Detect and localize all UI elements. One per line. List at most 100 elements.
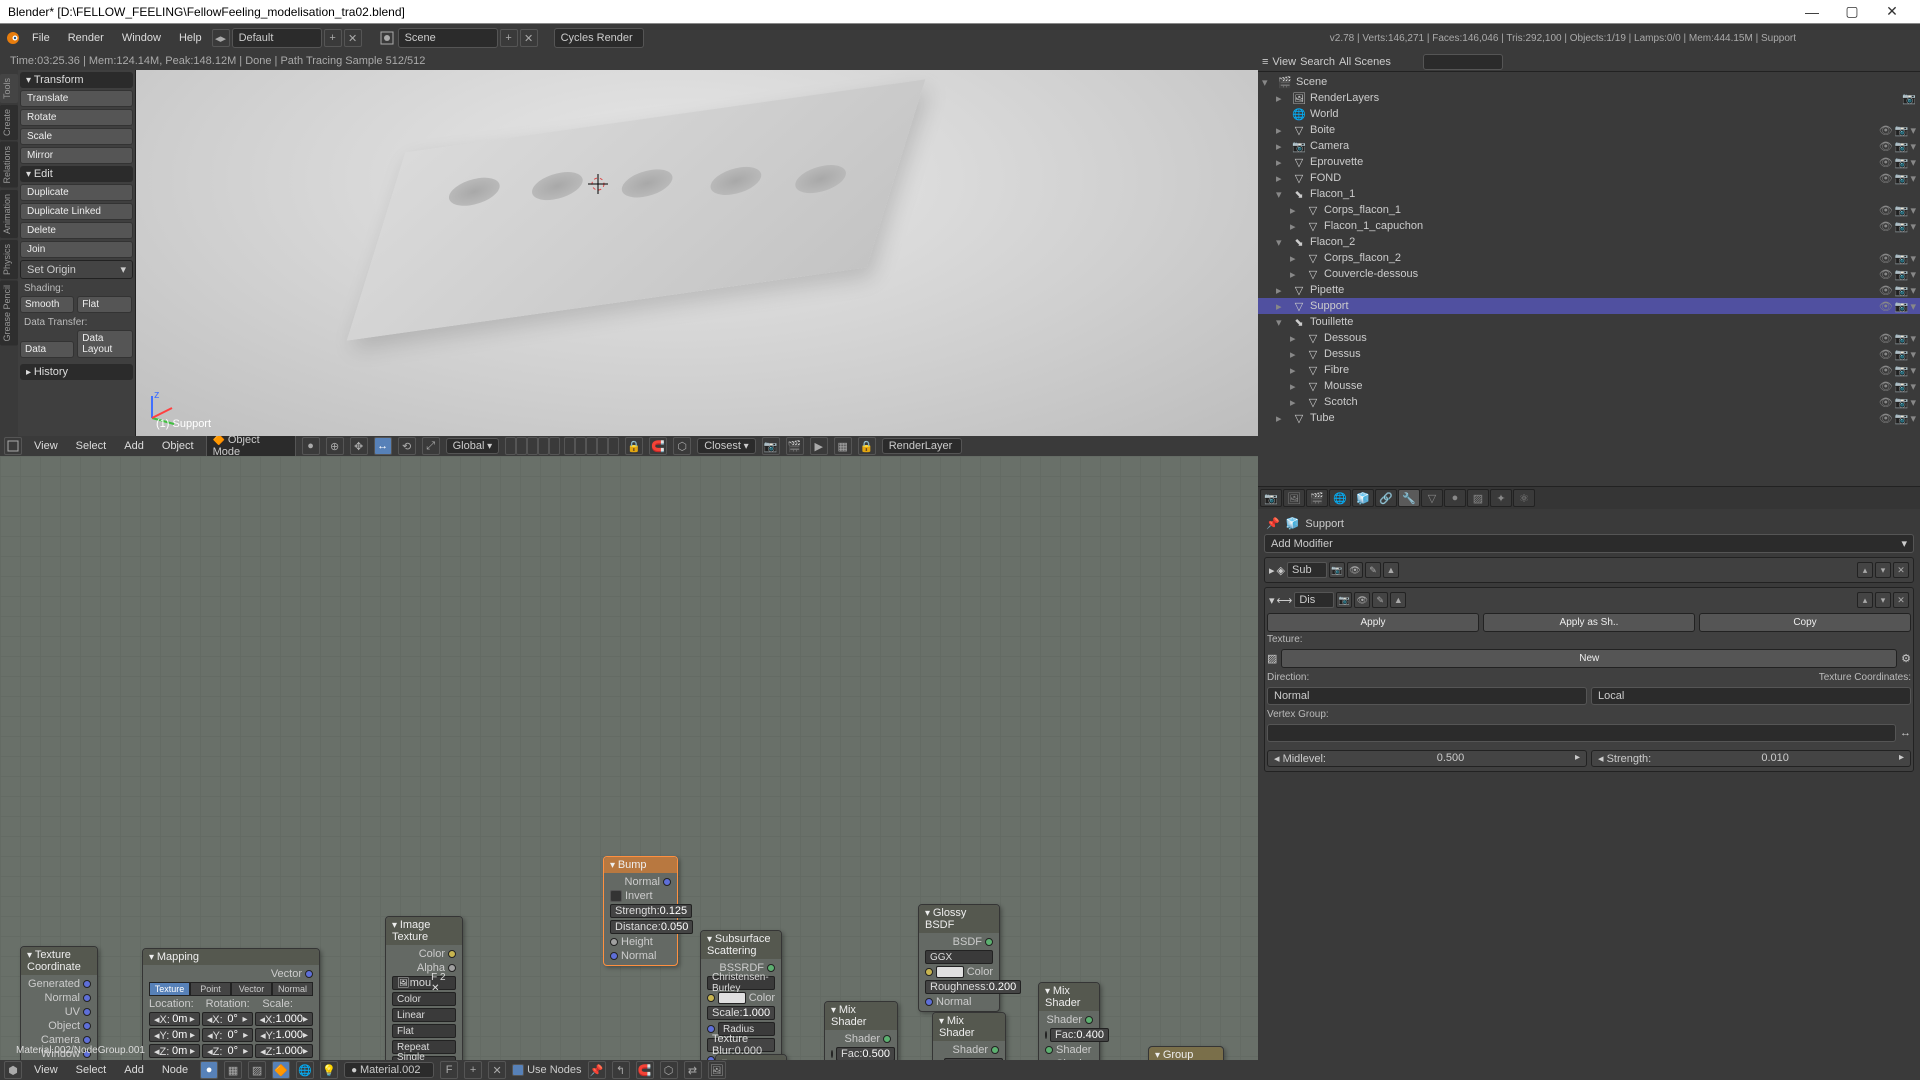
scene-del-button[interactable]: ✕ <box>520 29 538 47</box>
outliner-row[interactable]: ▸▽Boite👁📷▾ <box>1258 122 1920 138</box>
layout-prev-button[interactable]: ◂▸ <box>212 29 230 47</box>
node-group-output[interactable]: ▾ Group Output Shader Emission Color <box>1148 1046 1224 1060</box>
rotate-button[interactable]: Rotate <box>20 109 133 126</box>
tab-relations[interactable]: Relations <box>0 142 18 188</box>
outliner-row[interactable]: ▾⬊Flacon_1 <box>1258 186 1920 202</box>
material-select[interactable]: ● Material.002 <box>344 1062 434 1078</box>
viewport-slot-icon[interactable]: ▦ <box>834 437 852 455</box>
snap-target-select[interactable]: Closest ▾ <box>697 438 756 454</box>
ptab-scene-icon[interactable]: 🎬 <box>1306 489 1328 507</box>
ptab-object-icon[interactable]: 🧊 <box>1352 489 1374 507</box>
ptab-modifiers-icon[interactable]: 🔧 <box>1398 489 1420 507</box>
direction-select[interactable]: Normal <box>1267 687 1587 705</box>
close-button[interactable]: ✕ <box>1872 3 1912 20</box>
strength-input[interactable]: ◂ Strength:0.010 ▸ <box>1591 750 1911 767</box>
tab-physics[interactable]: Physics <box>0 240 18 279</box>
outliner-row[interactable]: ▸▽FOND👁📷▾ <box>1258 170 1920 186</box>
node-texture-coordinate[interactable]: ▾ Texture Coordinate Generated Normal UV… <box>20 946 98 1060</box>
outliner-row[interactable]: ▸▽Couvercle-dessous👁📷▾ <box>1258 266 1920 282</box>
layer-btn[interactable] <box>505 437 516 455</box>
outliner-row[interactable]: ▸▽Tube👁📷▾ <box>1258 410 1920 426</box>
minimize-button[interactable]: — <box>1792 4 1832 20</box>
mod-edit-icon[interactable]: ✎ <box>1365 562 1381 578</box>
mirror-button[interactable]: Mirror <box>20 147 133 164</box>
pivot-icon[interactable]: ⊕ <box>326 437 344 455</box>
modifier-name-input[interactable]: Dis <box>1294 592 1334 608</box>
manipulator-scale-icon[interactable]: ⤢ <box>422 437 440 455</box>
translate-button[interactable]: Translate <box>20 90 133 107</box>
ptab-physics-icon[interactable]: ⚛ <box>1513 489 1535 507</box>
snap-toggle-icon[interactable]: 🧲 <box>649 437 667 455</box>
smooth-button[interactable]: Smooth <box>20 296 74 313</box>
snap-node-icon[interactable]: 🧲 <box>636 1061 654 1079</box>
tab-animation[interactable]: Animation <box>0 190 18 238</box>
outliner-row[interactable]: ▸▽Flacon_1_capuchon👁📷▾ <box>1258 218 1920 234</box>
menu-file[interactable]: File <box>24 28 58 48</box>
renderer-select[interactable]: Cycles Render <box>554 28 644 48</box>
lock-layers-icon[interactable]: 🔒 <box>858 437 876 455</box>
snap-element-icon[interactable]: ⬡ <box>673 437 691 455</box>
layer-btn[interactable] <box>516 437 527 455</box>
outliner-row[interactable]: ▾⬊Touillette <box>1258 314 1920 330</box>
pin-icon[interactable]: 📌 <box>1266 517 1280 530</box>
ptab-constraints-icon[interactable]: 🔗 <box>1375 489 1397 507</box>
texture-browse-icon[interactable]: ▨ <box>1267 652 1277 665</box>
mod-display-icon[interactable]: 👁 <box>1347 562 1363 578</box>
collapse-icon[interactable]: ▸ <box>1269 564 1275 577</box>
editor-type-node-icon[interactable]: ⬢ <box>4 1061 22 1079</box>
node-menu-add[interactable]: Add <box>118 1062 150 1078</box>
collapse-icon[interactable]: ▾ <box>1269 594 1275 607</box>
go-parent-icon[interactable]: ↰ <box>612 1061 630 1079</box>
texture-props-icon[interactable]: ⚙ <box>1901 652 1911 665</box>
node-glossy-bsdf[interactable]: ▾ Glossy BSDF BSDF GGX Color Roughness:0… <box>918 904 1000 1012</box>
use-nodes-checkbox[interactable] <box>512 1064 524 1076</box>
opengl-render-icon[interactable]: 🎬 <box>786 437 804 455</box>
ptab-renderlayers-icon[interactable]: 🖼 <box>1283 489 1305 507</box>
orientation-select[interactable]: Global ▾ <box>446 438 500 454</box>
mat-add-icon[interactable]: + <box>464 1061 482 1079</box>
3dview-menu-add[interactable]: Add <box>118 438 150 454</box>
lock-camera-icon[interactable]: 🔒 <box>625 437 643 455</box>
panel-edit-header[interactable]: ▾ Edit <box>20 166 133 182</box>
layout-del-button[interactable]: ✕ <box>344 29 362 47</box>
opengl-anim-icon[interactable]: ▶ <box>810 437 828 455</box>
menu-help[interactable]: Help <box>171 28 210 48</box>
texture-nodes-icon[interactable]: ▨ <box>248 1061 266 1079</box>
scene-select[interactable]: Scene <box>398 28 498 48</box>
node-image-texture-1[interactable]: ▾ Image Texture Color Alpha 🖼 mou F 2 ✕ … <box>385 916 463 1060</box>
data-button[interactable]: Data <box>20 341 74 358</box>
layout-add-button[interactable]: + <box>324 29 342 47</box>
pin-icon[interactable]: 📌 <box>588 1061 606 1079</box>
ptab-render-icon[interactable]: 📷 <box>1260 489 1282 507</box>
outliner-row[interactable]: ▸▽Fibre👁📷▾ <box>1258 362 1920 378</box>
outliner-menu-view[interactable]: View <box>1272 56 1296 68</box>
shader-nodes-icon[interactable]: ● <box>200 1061 218 1079</box>
duplicate-linked-button[interactable]: Duplicate Linked <box>20 203 133 220</box>
outliner-row[interactable]: ▸▽Dessous👁📷▾ <box>1258 330 1920 346</box>
render-border-icon[interactable]: 📷 <box>762 437 780 455</box>
3d-viewport[interactable]: z (1) Support <box>136 70 1258 436</box>
copy-button[interactable]: Copy <box>1699 613 1911 632</box>
outliner-row[interactable]: ▸▽Corps_flacon_1👁📷▾ <box>1258 202 1920 218</box>
mod-up-icon[interactable]: ▴ <box>1857 592 1873 608</box>
mod-down-icon[interactable]: ▾ <box>1875 592 1891 608</box>
outliner-row[interactable]: ▸▽Dessus👁📷▾ <box>1258 346 1920 362</box>
vertex-group-select[interactable] <box>1267 724 1896 742</box>
ptab-world-icon[interactable]: 🌐 <box>1329 489 1351 507</box>
mod-render-icon[interactable]: 📷 <box>1336 592 1352 608</box>
node-translucent-bsdf[interactable]: ▾ Translucent BSDF BSDF Color Normal <box>715 1054 787 1060</box>
midlevel-input[interactable]: ◂ Midlevel:0.500 ▸ <box>1267 750 1587 767</box>
texture-new-button[interactable]: New <box>1281 649 1897 668</box>
node-bump[interactable]: ▾ Bump Normal Invert Strength:0.125 Dist… <box>603 856 678 966</box>
panel-transform-header[interactable]: ▾ Transform <box>20 72 133 88</box>
mod-del-icon[interactable]: ✕ <box>1893 562 1909 578</box>
outliner-row[interactable]: ▸🖼RenderLayers📷 <box>1258 90 1920 106</box>
renderlayer-select[interactable]: RenderLayer <box>882 438 962 454</box>
outliner-row[interactable]: ▾⬊Flacon_2 <box>1258 234 1920 250</box>
set-origin-drop[interactable]: Set Origin▾ <box>20 260 133 279</box>
lamp-data-icon[interactable]: 💡 <box>320 1061 338 1079</box>
tab-tools[interactable]: Tools <box>0 74 18 103</box>
3dview-menu-select[interactable]: Select <box>70 438 113 454</box>
mod-display-icon[interactable]: 👁 <box>1354 592 1370 608</box>
node-mix-shader-3[interactable]: ▾ Mix Shader Shader Fac:0.400 Shader Sha… <box>1038 982 1100 1060</box>
